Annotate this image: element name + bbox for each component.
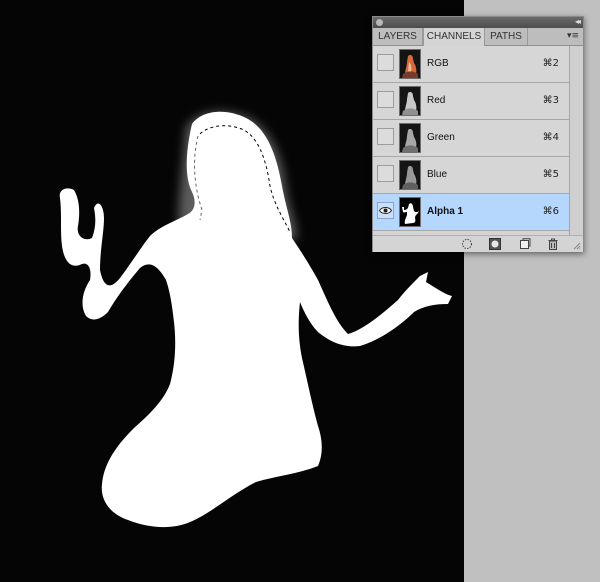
channel-thumbnail [399,197,421,227]
visibility-toggle[interactable] [377,91,394,108]
channel-name: Alpha 1 [427,206,464,217]
visibility-toggle[interactable] [377,165,394,182]
channel-thumbnail [399,86,421,116]
collapse-icon[interactable]: ◂◂ [575,16,581,28]
channel-shortcut: ⌘5 [542,169,559,180]
eye-icon [379,207,392,214]
channel-thumbnail [399,123,421,153]
visibility-toggle[interactable] [377,54,394,71]
panel-footer [373,235,583,252]
load-channel-as-selection-icon[interactable] [461,238,473,250]
channel-row-rgb[interactable]: RGB ⌘2 [373,46,569,83]
panel-scrollbar[interactable] [569,46,583,235]
channel-name: Green [427,132,455,143]
channel-shortcut: ⌘4 [542,132,559,143]
close-icon[interactable] [376,19,383,26]
delete-channel-icon[interactable] [547,238,559,250]
channel-list: RGB ⌘2 Red ⌘3 Green ⌘4 Blue ⌘5 Alpha 1 ⌘… [373,46,569,231]
channel-name: Red [427,95,446,106]
channel-row-blue[interactable]: Blue ⌘5 [373,157,569,194]
channel-row-red[interactable]: Red ⌘3 [373,83,569,120]
channel-shortcut: ⌘3 [542,95,559,106]
channel-shortcut: ⌘2 [542,58,559,69]
channel-thumbnail [399,160,421,190]
visibility-toggle[interactable] [377,128,394,145]
panel-tabs: LAYERS CHANNELS PATHS ▾≡ [373,28,583,46]
tab-layers[interactable]: LAYERS [373,28,423,45]
panel-menu-icon[interactable]: ▾≡ [567,28,579,45]
tab-paths[interactable]: PATHS [485,28,528,45]
channel-row-alpha-1[interactable]: Alpha 1 ⌘6 [373,194,569,231]
tab-channels[interactable]: CHANNELS [423,28,485,46]
channel-name: RGB [427,58,449,69]
channel-shortcut: ⌘6 [542,206,559,217]
new-channel-icon[interactable] [519,238,531,250]
channel-row-green[interactable]: Green ⌘4 [373,120,569,157]
channel-name: Blue [427,169,448,180]
panel-titlebar[interactable]: ◂◂ [373,17,583,28]
channel-thumbnail [399,49,421,79]
visibility-toggle[interactable] [377,202,394,219]
channels-panel: ◂◂ LAYERS CHANNELS PATHS ▾≡ RGB ⌘2 Red ⌘… [372,16,584,252]
save-selection-as-channel-icon[interactable] [489,238,501,250]
resize-grip-icon[interactable] [573,242,581,250]
